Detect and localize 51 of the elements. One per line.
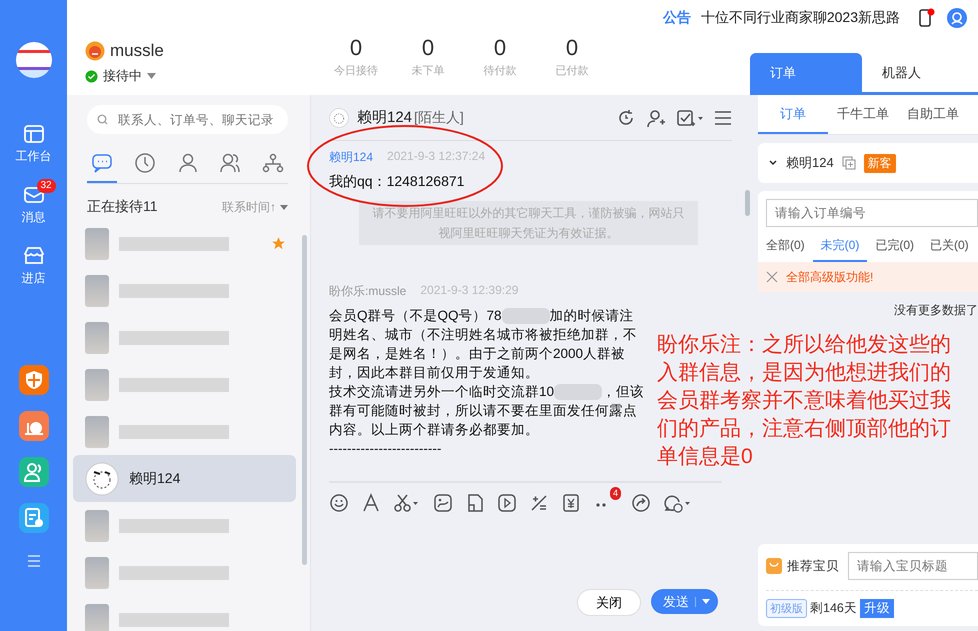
- message-time: 2021-9-3 12:39:29: [420, 283, 518, 299]
- days-remaining: 剩146天: [810, 600, 857, 617]
- stat-value: 0: [350, 35, 362, 61]
- filter-tab[interactable]: 已完(0): [867, 233, 922, 262]
- count-badge: 4: [610, 487, 621, 500]
- message-text: 我的qq：1248126871: [329, 172, 466, 191]
- system-notice: 请不要用阿里旺旺以外的其它聊天工具，谨防被骗，网站只视阿里旺旺聊天凭证为有效证据。: [359, 201, 698, 245]
- filter-tab[interactable]: 全部(0): [758, 233, 813, 262]
- contact-item[interactable]: 赖明124: [73, 455, 296, 502]
- stat-value: 0: [566, 35, 578, 61]
- order-search-field[interactable]: 请输入订单编号: [766, 199, 978, 227]
- contact-name: 赖明124: [129, 470, 180, 488]
- message-text: 会员Q群号（不是QQ号）78 加的时候请注明姓名、城市（不注明姓名城市将被拒绝加群，不是网名，是姓名！）。由于之前两个2000人群被封，因此本群目前仅用于发通知。 技术交流请进另外一个临时交流群10 ，但该群有可能随时被封，所以请不要在里面发任何露点内容。以上两个群请务必都要加。 -------------------------: [329, 307, 646, 458]
- upgrade-button[interactable]: 升级: [860, 599, 894, 618]
- product-search-field[interactable]: 请输入宝贝标题: [848, 552, 978, 580]
- sub-tab[interactable]: 自助工单: [898, 95, 968, 134]
- recommend-label: 推荐宝贝: [787, 558, 839, 574]
- search-field[interactable]: 联系人、订单号、聊天记录: [87, 105, 288, 134]
- customer-name: 赖明124: [786, 154, 834, 172]
- plan-badge: 初级版: [766, 599, 807, 618]
- filter-tab[interactable]: 已关(0): [922, 233, 977, 262]
- close-button[interactable]: 关闭: [577, 589, 641, 616]
- stat-label: 今日接待: [334, 64, 378, 78]
- unread-badge: 32: [36, 179, 56, 193]
- notice-label[interactable]: 公告: [662, 8, 691, 26]
- contact-tag: [陌生人]: [414, 108, 464, 126]
- status-dropdown[interactable]: 接待中: [103, 67, 142, 85]
- annotation-text: 盼你乐注：之所以给他发这些的入群信息，是因为他想进我们的会员群考察并不意味着他买过我们的产品，注意右侧顶部他的订单信息是0: [657, 332, 952, 470]
- user-name: mussle: [110, 41, 164, 61]
- stat-label: 已付款: [556, 64, 588, 78]
- empty-message: 没有更多数据了: [894, 302, 978, 319]
- rail-label[interactable]: 工作台: [16, 148, 52, 165]
- stat-value: 0: [422, 35, 434, 61]
- panel-tab[interactable]: 机器人: [862, 53, 974, 92]
- sender-name: 盼你乐:mussle: [329, 283, 406, 300]
- stat-value: 0: [494, 35, 506, 61]
- rail-label[interactable]: 进店: [22, 270, 46, 287]
- alert-text: 全部高级版功能!: [786, 268, 874, 286]
- sub-tab[interactable]: 千牛工单: [828, 95, 898, 134]
- section-title: 正在接待11: [87, 198, 158, 216]
- rail-label[interactable]: 消息: [22, 209, 46, 226]
- send-button[interactable]: 发送: [651, 589, 718, 614]
- sub-tab[interactable]: 订单: [758, 95, 828, 134]
- stat-label: 待付款: [484, 64, 516, 78]
- notice-text[interactable]: 十位不同行业商家聊2023新思路: [700, 8, 900, 26]
- sender-name: 赖明124: [329, 149, 374, 166]
- stat-label: 未下单: [412, 64, 444, 78]
- new-customer-badge: 新客: [864, 154, 896, 172]
- chat-title: 赖明124: [357, 108, 412, 127]
- panel-tab[interactable]: 订单: [750, 53, 862, 92]
- message-time: 2021-9-3 12:37:24: [387, 149, 486, 165]
